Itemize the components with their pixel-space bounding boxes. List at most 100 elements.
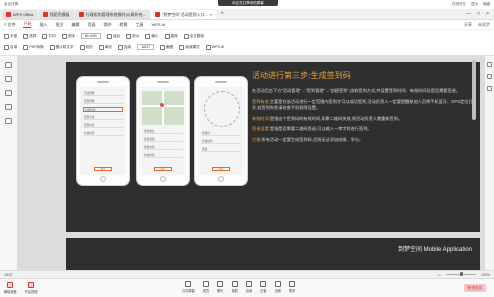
menu-convert[interactable]: 转换 (119, 22, 127, 28)
whiteboard-icon (260, 281, 267, 287)
rotate-button[interactable]: 旋转 (164, 33, 178, 39)
members-button[interactable]: 成员 (203, 281, 209, 293)
view-mode-icon[interactable]: ▭ (438, 273, 441, 277)
record-button[interactable]: 录制 (232, 281, 238, 293)
phone-button: 确定 (94, 167, 112, 171)
attachment-icon[interactable] (5, 104, 12, 110)
double-page-icon (79, 44, 85, 50)
menu-file[interactable]: ≡ 文件 (4, 22, 15, 28)
document-view[interactable]: 活动管理 签到管理 创建签到 签到方式 签到时间 有效时间 确定 签到地点 签到… (18, 56, 484, 270)
ai-assistant-icon[interactable] (487, 74, 492, 79)
tab-checkin-doc[interactable]: "到梦空间"活动签到入口... × (150, 10, 217, 19)
control-label: 聊天 (217, 289, 224, 293)
select-tool-button[interactable]: 选择 (23, 33, 36, 39)
chat-button[interactable]: 聊天 (217, 281, 224, 293)
menu-wps-ai[interactable]: WPS AI (151, 22, 165, 27)
page-number-input[interactable]: 18/37 (137, 44, 155, 50)
search-panel-icon[interactable] (5, 118, 12, 124)
toc-button[interactable]: 目录 (4, 44, 17, 50)
tab-admin-doc[interactable]: 行政机构管理系统操作(0)周补充... (74, 10, 150, 19)
map-image (142, 91, 184, 125)
start-video-button[interactable]: 开启视频 (25, 282, 38, 294)
share-screen-button[interactable]: 共享屏幕 (182, 281, 195, 293)
ocr-button[interactable]: 图片转文字 (49, 44, 74, 50)
bookmark-icon[interactable] (5, 76, 12, 82)
tool-label: 全文翻译 (189, 33, 205, 38)
rotate-icon (164, 33, 170, 39)
control-label: 解除静音 (4, 290, 17, 294)
phone-row: 签到范围 (143, 137, 183, 142)
zoom-in-icon (126, 33, 132, 39)
screenshot-button[interactable]: 截图 (160, 44, 173, 50)
menu-tools[interactable]: 工具 (135, 22, 143, 28)
phone-row: 签到方式 (83, 115, 123, 120)
zoom-input[interactable]: 80.44% (80, 33, 101, 39)
phone-row: 签到时间 (143, 145, 183, 150)
tool-label: 图片转文字 (55, 44, 74, 49)
pdf-convert-button[interactable]: PDF转换 (23, 44, 44, 50)
find-button[interactable]: 查找 (61, 33, 75, 39)
annotation-icon[interactable] (487, 86, 492, 91)
continuous-button[interactable]: 连续 (117, 44, 131, 50)
print-button[interactable]: 打印 (42, 33, 56, 39)
left-sidebar (0, 56, 18, 270)
phone-screen: 签到码 有效时间 签退 保存 (198, 87, 244, 175)
ocr-icon (49, 44, 55, 50)
translate-button[interactable]: 全文翻译 (183, 33, 205, 39)
minimize-icon[interactable]: — (466, 11, 471, 17)
fit-icon (106, 33, 112, 39)
menu-start[interactable]: 开始 (23, 21, 32, 28)
single-page-button[interactable]: 单页 (98, 44, 112, 50)
meeting-hide-button[interactable]: 隐藏 (483, 2, 490, 7)
fit-button[interactable]: 适合 (106, 33, 120, 39)
slide-title: 活动进行第三步:生成签到码 (252, 71, 351, 80)
whiteboard-button[interactable]: 白板 (260, 281, 267, 293)
zoom-slider-handle[interactable] (460, 272, 464, 277)
menu-comment[interactable]: 批注 (55, 22, 63, 28)
close-tab-icon[interactable]: × (210, 12, 212, 17)
tool-label: 缩小 (151, 33, 159, 38)
wps-ai-button[interactable]: WPS AI (205, 44, 224, 50)
convert-icon (23, 44, 29, 50)
zoom-in-button[interactable]: 放大 (126, 33, 140, 39)
tool-label: 单页 (104, 44, 112, 49)
reading-mode-button[interactable]: 阅读模式 (179, 44, 200, 50)
screen-share-icon (185, 281, 192, 287)
vertical-scrollbar[interactable] (472, 60, 476, 120)
ai-icon (205, 44, 211, 50)
hand-tool-button[interactable]: 手型 (4, 33, 18, 39)
speaker-slot (157, 81, 169, 83)
apps-button[interactable]: 应用 (246, 281, 252, 293)
end-meeting-button[interactable]: 结束会议 (464, 284, 486, 292)
more-button[interactable]: 更多 (289, 281, 295, 293)
tool-label: 阅读模式 (185, 44, 200, 49)
thumbnail-icon[interactable] (5, 62, 12, 68)
bullet-head: 签退设置: (252, 126, 270, 132)
settings-button[interactable]: 设置 (275, 281, 281, 293)
tab-wps-home[interactable]: WPS Office (2, 10, 38, 19)
zoom-slider[interactable] (446, 272, 477, 277)
menu-insert[interactable]: 插入 (39, 22, 47, 28)
close-window-icon[interactable]: × (486, 11, 489, 17)
new-tab-icon[interactable]: + (217, 11, 227, 17)
unmute-button[interactable]: 解除静音 (4, 282, 17, 294)
comment-icon[interactable] (5, 90, 12, 96)
double-page-button[interactable]: 双页 (79, 44, 93, 50)
zoom-out-button[interactable]: 缩小 (145, 33, 159, 39)
tab-templates[interactable]: 找稻壳模板 (38, 10, 74, 19)
properties-icon[interactable] (487, 62, 492, 67)
location-pin-icon (160, 103, 164, 107)
menu-edit[interactable]: 编辑 (71, 22, 79, 28)
phone-row: 签退 (201, 147, 241, 152)
tool-label: 放大 (132, 33, 140, 38)
maximize-icon[interactable]: □ (477, 11, 480, 17)
share-button[interactable]: 分享 (464, 22, 472, 28)
menu-protect[interactable]: 保护 (103, 22, 111, 28)
meeting-details-link[interactable]: 会议详情 (4, 2, 18, 7)
control-label: 白板 (260, 289, 267, 293)
pdf-page-next: 到梦空间 Mobile Application (66, 238, 480, 270)
tool-label: 手型 (10, 33, 18, 38)
menu-page[interactable]: 页面 (87, 22, 95, 28)
meeting-show-button[interactable]: 显示 (471, 2, 478, 7)
slide-bullet: 有效时间:是指这个签到码的有效时间,如果二维码失效,则活动负责人需重新签到。 (252, 116, 474, 123)
